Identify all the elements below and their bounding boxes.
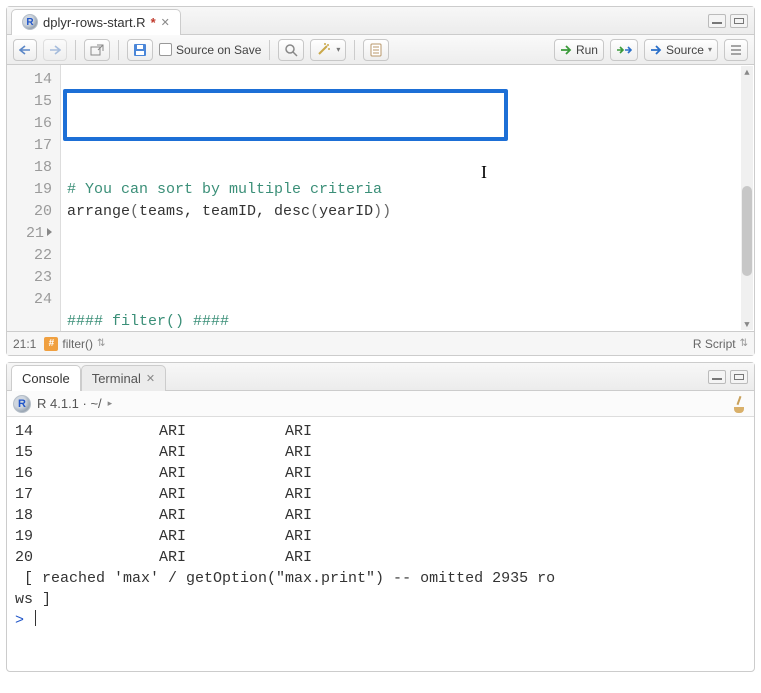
r-logo-icon: R (13, 395, 31, 413)
language-label: R Script (693, 337, 736, 351)
show-in-new-window-button[interactable] (84, 39, 110, 61)
dropdown-caret-icon: ▾ (336, 45, 340, 54)
section-hash-icon: # (44, 337, 58, 351)
updown-icon: ⇅ (740, 338, 748, 349)
close-icon[interactable]: ✕ (146, 372, 155, 385)
console-output[interactable]: 14 ARI ARI 15 ARI ARI 16 ARI ARI 17 ARI … (7, 417, 754, 671)
instructor-highlight-box (63, 89, 508, 141)
source-toolbar: Source on Save ▾ Run Source ▾ (7, 35, 754, 65)
popout-icon (90, 44, 104, 56)
source-pane: R dplyr-rows-start.R * ✕ Source on Save (6, 6, 755, 356)
wand-icon (316, 43, 332, 57)
run-arrow-icon (560, 45, 572, 55)
notebook-icon (369, 43, 383, 57)
console-context-text: R 4.1.1 · ~/ (37, 396, 102, 411)
context-menu-caret-icon[interactable]: ▸ (108, 398, 113, 409)
close-icon[interactable]: ✕ (161, 16, 170, 29)
scroll-thumb[interactable] (742, 186, 752, 276)
dropdown-caret-icon: ▾ (708, 45, 712, 54)
outline-icon (730, 44, 742, 56)
rerun-icon (616, 44, 632, 56)
toolbar-separator (75, 40, 76, 60)
toolbar-separator (354, 40, 355, 60)
updown-icon: ⇅ (97, 338, 105, 349)
line-number-gutter: 1415161718192021222324 (7, 65, 61, 331)
outline-button[interactable] (724, 39, 748, 61)
scroll-up-icon[interactable]: ▲ (743, 68, 751, 76)
text-caret-icon: I (481, 161, 487, 183)
source-file-tab[interactable]: R dplyr-rows-start.R * ✕ (11, 9, 181, 35)
code-area[interactable]: I # You can sort by multiple criteriaarr… (61, 65, 754, 331)
tab-filename: dplyr-rows-start.R (43, 15, 146, 30)
find-button[interactable] (278, 39, 304, 61)
arrow-left-icon (19, 45, 31, 55)
editor-scrollbar[interactable]: ▲ ▼ (741, 66, 753, 330)
source-on-save-label: Source on Save (176, 43, 261, 57)
console-tab-label: Console (22, 371, 70, 386)
scroll-down-icon[interactable]: ▼ (743, 320, 751, 328)
source-arrow-icon (650, 45, 662, 55)
language-selector[interactable]: R Script ⇅ (693, 337, 748, 351)
magnifier-icon (284, 43, 298, 57)
section-name: filter() (62, 337, 93, 351)
arrow-right-icon (49, 45, 61, 55)
back-button[interactable] (13, 39, 37, 61)
forward-button[interactable] (43, 39, 67, 61)
source-statusbar: 21:1 # filter() ⇅ R Script ⇅ (7, 331, 754, 355)
run-button[interactable]: Run (554, 39, 604, 61)
terminal-tab-label: Terminal (92, 371, 141, 386)
console-context-bar: R R 4.1.1 · ~/ ▸ (7, 391, 754, 417)
code-editor[interactable]: 1415161718192021222324 I # You can sort … (7, 65, 754, 331)
cursor-position: 21:1 (13, 337, 36, 351)
minimize-pane-button[interactable] (708, 370, 726, 384)
toolbar-separator (269, 40, 270, 60)
code-tools-button[interactable]: ▾ (310, 39, 346, 61)
rerun-button[interactable] (610, 39, 638, 61)
console-pane: Console Terminal ✕ R R 4.1.1 · ~/ ▸ 14 A… (6, 362, 755, 672)
checkbox-icon (159, 43, 172, 56)
console-tab[interactable]: Console (11, 365, 81, 391)
pane-window-controls (708, 370, 754, 384)
maximize-pane-button[interactable] (730, 370, 748, 384)
toolbar-separator (118, 40, 119, 60)
clear-console-button[interactable] (730, 395, 748, 413)
source-label: Source (666, 43, 704, 57)
tab-modified-indicator: * (151, 15, 156, 30)
console-tabbar: Console Terminal ✕ (7, 363, 754, 391)
floppy-icon (133, 43, 147, 57)
source-on-save-checkbox[interactable]: Source on Save (159, 43, 261, 57)
terminal-tab[interactable]: Terminal ✕ (81, 365, 166, 391)
maximize-pane-button[interactable] (730, 14, 748, 28)
save-button[interactable] (127, 39, 153, 61)
minimize-pane-button[interactable] (708, 14, 726, 28)
run-label: Run (576, 43, 598, 57)
section-navigator[interactable]: # filter() ⇅ (44, 337, 105, 351)
source-tabbar: R dplyr-rows-start.R * ✕ (7, 7, 754, 35)
r-file-icon: R (22, 14, 38, 30)
source-button[interactable]: Source ▾ (644, 39, 718, 61)
compile-report-button[interactable] (363, 39, 389, 61)
pane-window-controls (708, 14, 754, 28)
